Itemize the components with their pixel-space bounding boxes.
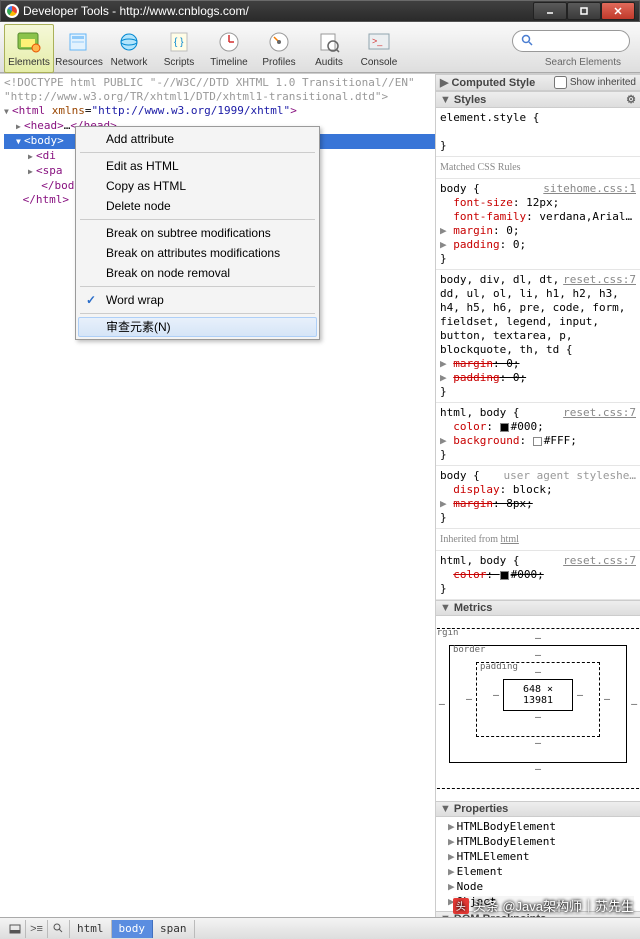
crumb-html[interactable]: html (70, 920, 112, 938)
ctx-add-attribute[interactable]: Add attribute (78, 129, 317, 149)
minimize-button[interactable] (533, 2, 567, 20)
ctx-break-removal[interactable]: Break on node removal (78, 263, 317, 283)
elements-tree[interactable]: <!DOCTYPE html PUBLIC "-//W3C//DTD XHTML… (0, 74, 435, 917)
search-icon (521, 34, 533, 49)
crumb-body[interactable]: body (112, 920, 154, 938)
prop-item[interactable]: ▶HTMLElement (436, 849, 640, 864)
rule-inherited[interactable]: html, body {reset.css:7 color: #000;} (436, 551, 640, 600)
metrics-box: margin– – border– – padding– – 648 × 139… (436, 616, 640, 801)
section-computed[interactable]: ▶Computed StyleShow inherited (436, 74, 640, 91)
profiles-icon (264, 28, 294, 56)
rule-reset1[interactable]: body, div, dl, dt,reset.css:7 dd, ul, ol… (436, 270, 640, 403)
gear-icon[interactable]: ⚙ (626, 93, 636, 106)
section-metrics[interactable]: ▼Metrics (436, 600, 640, 616)
scripts-icon: { } (164, 28, 194, 56)
audits-icon (314, 28, 344, 56)
elements-icon (14, 28, 44, 56)
matched-header: Matched CSS Rules (436, 157, 640, 179)
rule-reset2[interactable]: html, body {reset.css:7 color: #000; ▶ b… (436, 403, 640, 466)
dom-html[interactable]: <html xmlns="http://www.w3.org/1999/xhtm… (4, 104, 435, 119)
search-hint: Search Elements (545, 57, 621, 68)
show-inherited-checkbox[interactable]: Show inherited (554, 76, 636, 89)
tab-network[interactable]: Network (104, 24, 154, 73)
ctx-delete-node[interactable]: Delete node (78, 196, 317, 216)
rule-body[interactable]: body {sitehome.css:1 font-size: 12px; fo… (436, 179, 640, 270)
check-icon: ✓ (86, 293, 96, 307)
crumb-span[interactable]: span (153, 920, 195, 938)
toutiao-icon: 头 (453, 898, 469, 914)
maximize-button[interactable] (567, 2, 601, 20)
chrome-icon (5, 4, 19, 18)
context-menu: Add attribute Edit as HTML Copy as HTML … (75, 126, 320, 340)
ctx-sep (80, 152, 315, 153)
search-input[interactable] (537, 35, 621, 47)
attribution-watermark: 头头条 @Java架构师｜苏先生 (453, 896, 634, 915)
close-button[interactable] (601, 2, 635, 20)
status-bar: >≡ html body span (0, 917, 640, 939)
console-toggle[interactable]: >≡ (26, 920, 48, 938)
tab-console[interactable]: >_ Console (354, 24, 404, 73)
dom-doctype[interactable]: <!DOCTYPE html PUBLIC "-//W3C//DTD XHTML… (4, 76, 435, 104)
console-icon: >_ (364, 28, 394, 56)
toolbar: Elements Resources Network { } Scripts T… (0, 22, 640, 73)
svg-text:>_: >_ (372, 36, 383, 46)
tab-timeline[interactable]: Timeline (204, 24, 254, 73)
window-title: Developer Tools - http://www.cnblogs.com… (23, 4, 249, 18)
ctx-sep (80, 219, 315, 220)
prop-item[interactable]: ▶HTMLBodyElement (436, 819, 640, 834)
tab-resources[interactable]: Resources (54, 24, 104, 73)
ctx-sep (80, 313, 315, 314)
section-styles[interactable]: ▼Styles⚙ (436, 91, 640, 108)
section-properties[interactable]: ▼Properties (436, 801, 640, 817)
tab-elements[interactable]: Elements (4, 24, 54, 73)
resources-icon (64, 28, 94, 56)
ctx-copy-html[interactable]: Copy as HTML (78, 176, 317, 196)
ctx-sep (80, 286, 315, 287)
ctx-inspect[interactable]: 审查元素(N) (78, 317, 317, 337)
search-toggle[interactable] (48, 920, 70, 938)
network-icon (114, 28, 144, 56)
metrics-content: 648 × 13981 (503, 679, 573, 711)
prop-item[interactable]: ▶Element (436, 864, 640, 879)
dock-button[interactable] (4, 920, 26, 938)
timeline-icon (214, 28, 244, 56)
ctx-word-wrap[interactable]: ✓Word wrap (78, 290, 317, 310)
search-box[interactable]: Search Elements (512, 30, 630, 52)
styles-panel: ▶Computed StyleShow inherited ▼Styles⚙ e… (435, 74, 640, 917)
prop-item[interactable]: ▶HTMLBodyElement (436, 834, 640, 849)
rule-ua[interactable]: body {user agent styleshe… display: bloc… (436, 466, 640, 529)
style-element[interactable]: element.style {} (436, 108, 640, 157)
ctx-edit-html[interactable]: Edit as HTML (78, 156, 317, 176)
ctx-break-subtree[interactable]: Break on subtree modifications (78, 223, 317, 243)
window-titlebar: Developer Tools - http://www.cnblogs.com… (0, 0, 640, 22)
svg-text:{ }: { } (174, 37, 184, 48)
ctx-break-attrs[interactable]: Break on attributes modifications (78, 243, 317, 263)
tab-scripts[interactable]: { } Scripts (154, 24, 204, 73)
tab-profiles[interactable]: Profiles (254, 24, 304, 73)
tab-audits[interactable]: Audits (304, 24, 354, 73)
prop-item[interactable]: ▶Node (436, 879, 640, 894)
inherited-header: Inherited from html (436, 529, 640, 551)
